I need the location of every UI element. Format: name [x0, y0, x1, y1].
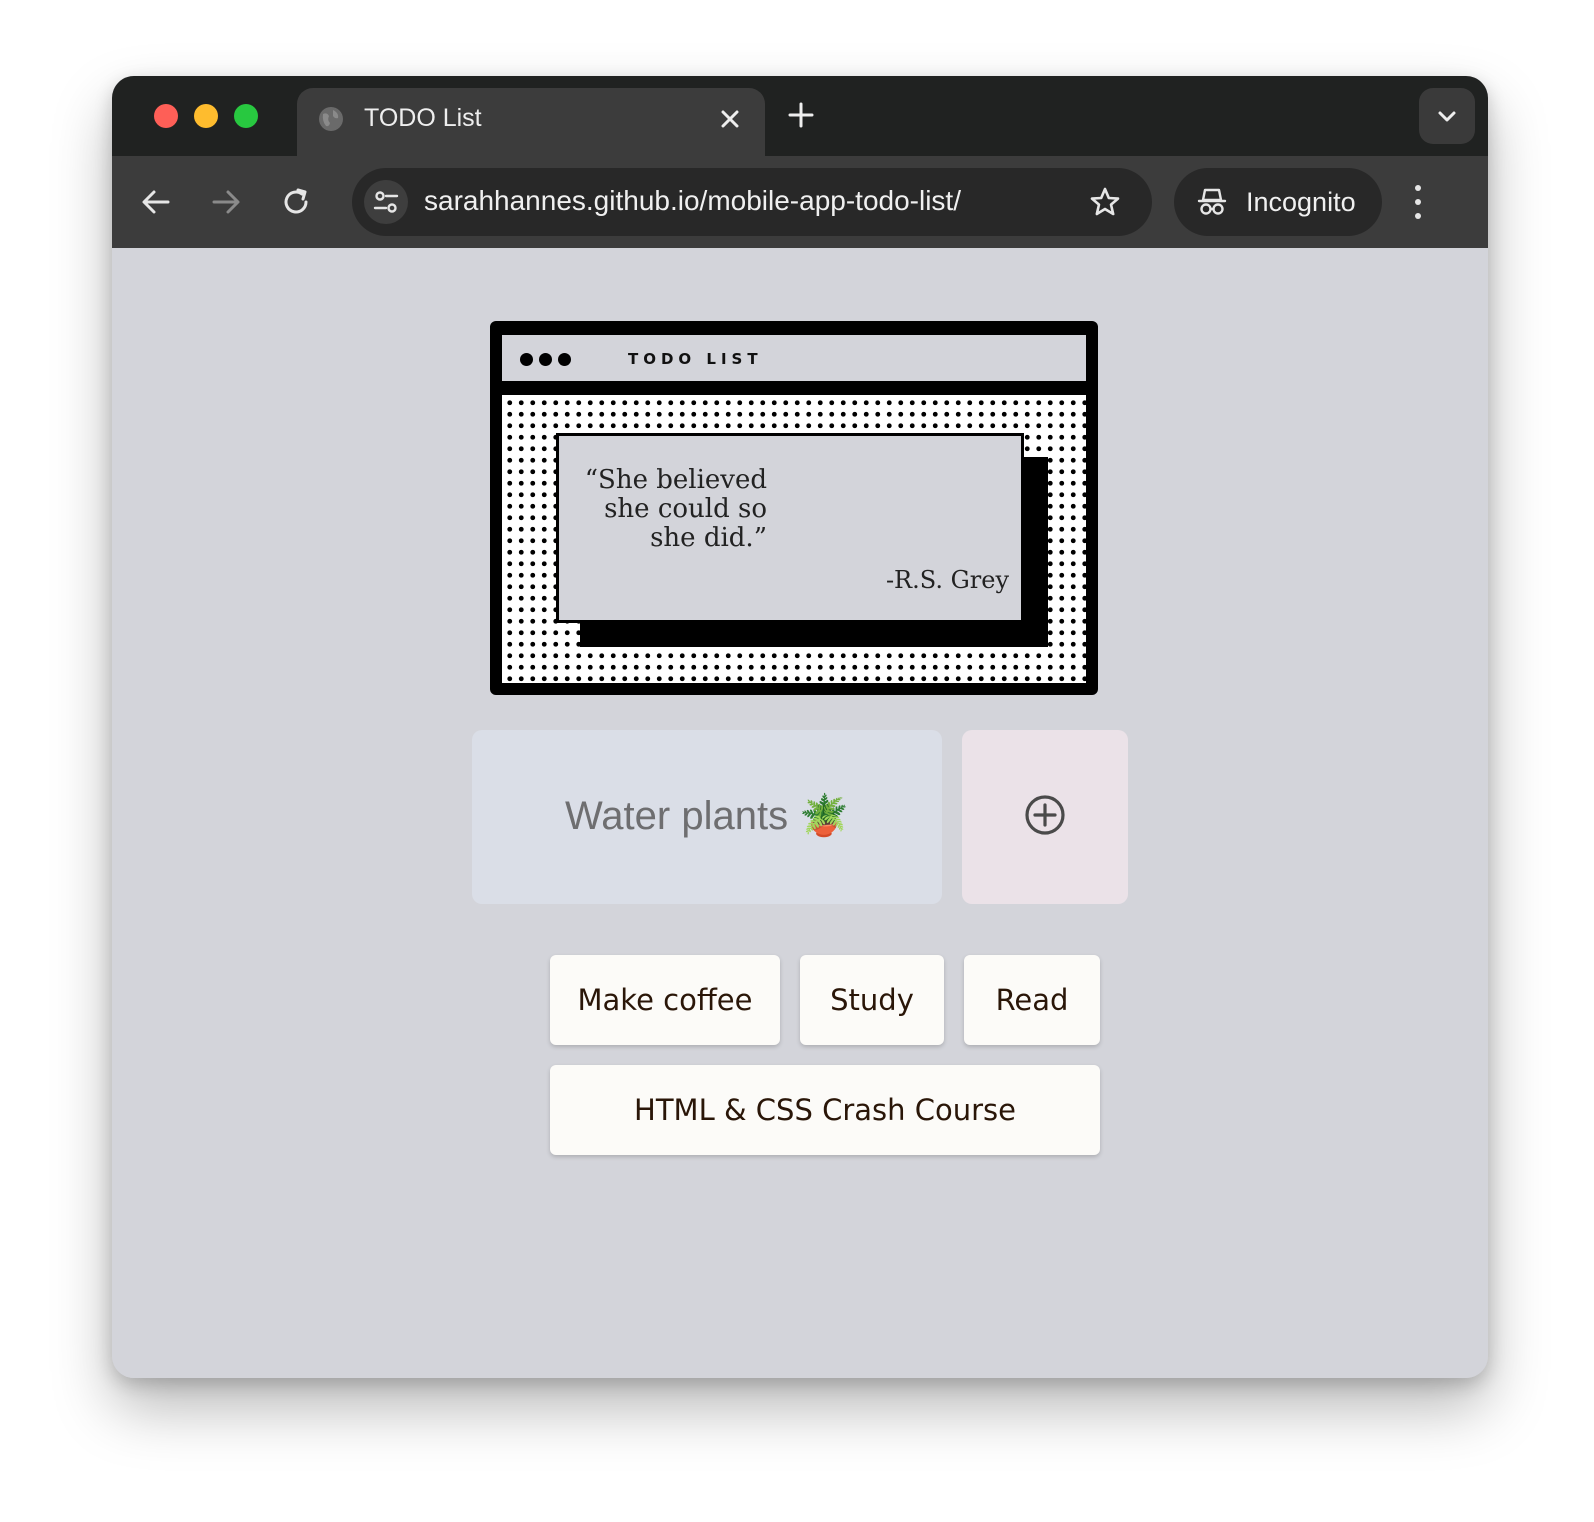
- quote-author: -R.S. Grey: [885, 566, 1009, 594]
- back-arrow-icon[interactable]: [138, 184, 174, 220]
- forward-arrow-icon[interactable]: [208, 184, 244, 220]
- dotted-background: “She believed she could so she did.” -R.…: [502, 395, 1086, 683]
- tab-todo-list[interactable]: TODO List: [297, 88, 765, 156]
- more-options-icon[interactable]: [1408, 180, 1428, 224]
- incognito-badge[interactable]: Incognito: [1174, 168, 1382, 236]
- address-bar[interactable]: sarahhannes.github.io/mobile-app-todo-li…: [352, 168, 1152, 236]
- chevron-down-icon: [1438, 111, 1456, 122]
- quote-box: “She believed she could so she did.” -R.…: [556, 433, 1024, 623]
- title-bar: TODO List: [112, 76, 1488, 156]
- tab-title: TODO List: [364, 104, 482, 132]
- browser-window: TODO List sarahhannes.github.io/mobile-a…: [112, 76, 1488, 1378]
- task-chip[interactable]: Read: [964, 955, 1100, 1045]
- quote-line: she could so: [604, 494, 767, 524]
- card-header: TODO LIST: [502, 335, 1086, 381]
- page-content: TODO LIST “She believed she could so she…: [112, 248, 1488, 1378]
- incognito-icon: [1197, 188, 1227, 215]
- card-title: TODO LIST: [628, 350, 763, 368]
- minimize-window-button[interactable]: [194, 104, 218, 128]
- tab-search-button[interactable]: [1419, 88, 1475, 144]
- window-dot-icon: [539, 353, 552, 366]
- close-window-button[interactable]: [154, 104, 178, 128]
- plus-circle-icon: [1025, 795, 1065, 835]
- quote-text: “She believed she could so she did.”: [577, 466, 767, 553]
- quote-card-illustration: TODO LIST “She believed she could so she…: [490, 321, 1098, 695]
- browser-toolbar: sarahhannes.github.io/mobile-app-todo-li…: [112, 156, 1488, 248]
- incognito-label: Incognito: [1246, 187, 1356, 217]
- window-dot-icon: [520, 353, 533, 366]
- new-tab-icon[interactable]: [786, 100, 816, 130]
- task-input[interactable]: Water plants 🪴: [472, 730, 942, 904]
- star-icon[interactable]: [1088, 185, 1122, 219]
- maximize-window-button[interactable]: [234, 104, 258, 128]
- quote-line: “She believed: [584, 465, 767, 495]
- add-task-button[interactable]: [962, 730, 1128, 904]
- tune-icon: [373, 191, 399, 213]
- close-icon[interactable]: [715, 104, 745, 134]
- reload-icon[interactable]: [278, 184, 314, 220]
- task-chip[interactable]: HTML & CSS Crash Course: [550, 1065, 1100, 1155]
- site-info-button[interactable]: [364, 180, 408, 224]
- globe-icon: [319, 107, 343, 131]
- url-text: sarahhannes.github.io/mobile-app-todo-li…: [424, 185, 961, 216]
- window-dot-icon: [558, 353, 571, 366]
- quote-line: she did.”: [650, 523, 767, 553]
- task-chip[interactable]: Make coffee: [550, 955, 780, 1045]
- task-input-value: Water plants 🪴: [565, 794, 849, 838]
- task-chip[interactable]: Study: [800, 955, 944, 1045]
